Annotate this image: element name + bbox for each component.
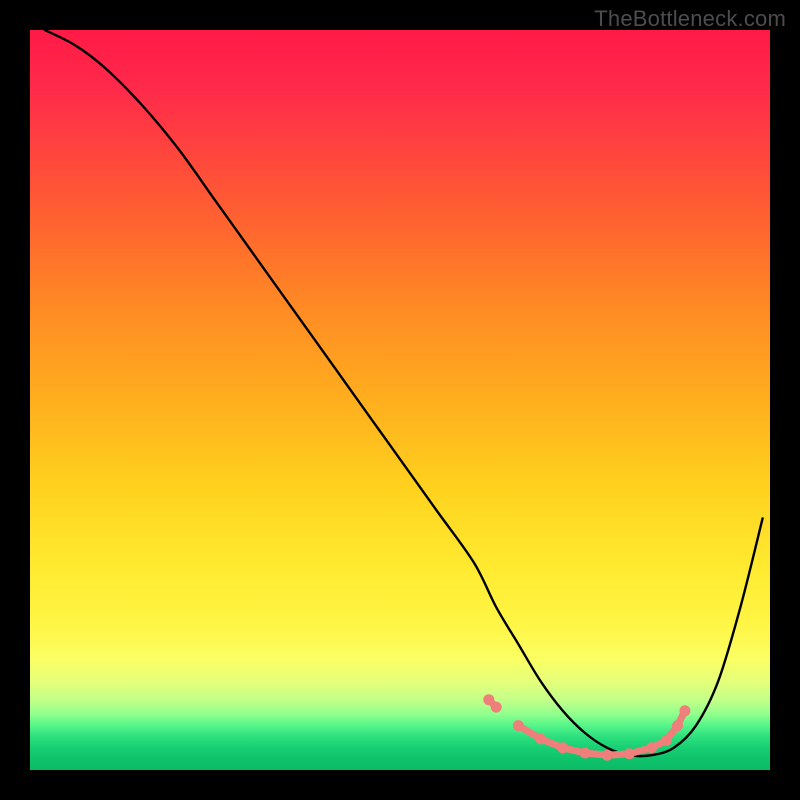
watermark-label: TheBottleneck.com bbox=[594, 6, 786, 32]
marker-dot bbox=[679, 705, 690, 716]
bottleneck-curve bbox=[45, 30, 763, 756]
highlighted-markers bbox=[483, 694, 690, 761]
curve-layer bbox=[30, 30, 770, 770]
chart-frame: TheBottleneck.com bbox=[0, 0, 800, 800]
marker-dot bbox=[491, 702, 502, 713]
plot-area bbox=[30, 30, 770, 770]
